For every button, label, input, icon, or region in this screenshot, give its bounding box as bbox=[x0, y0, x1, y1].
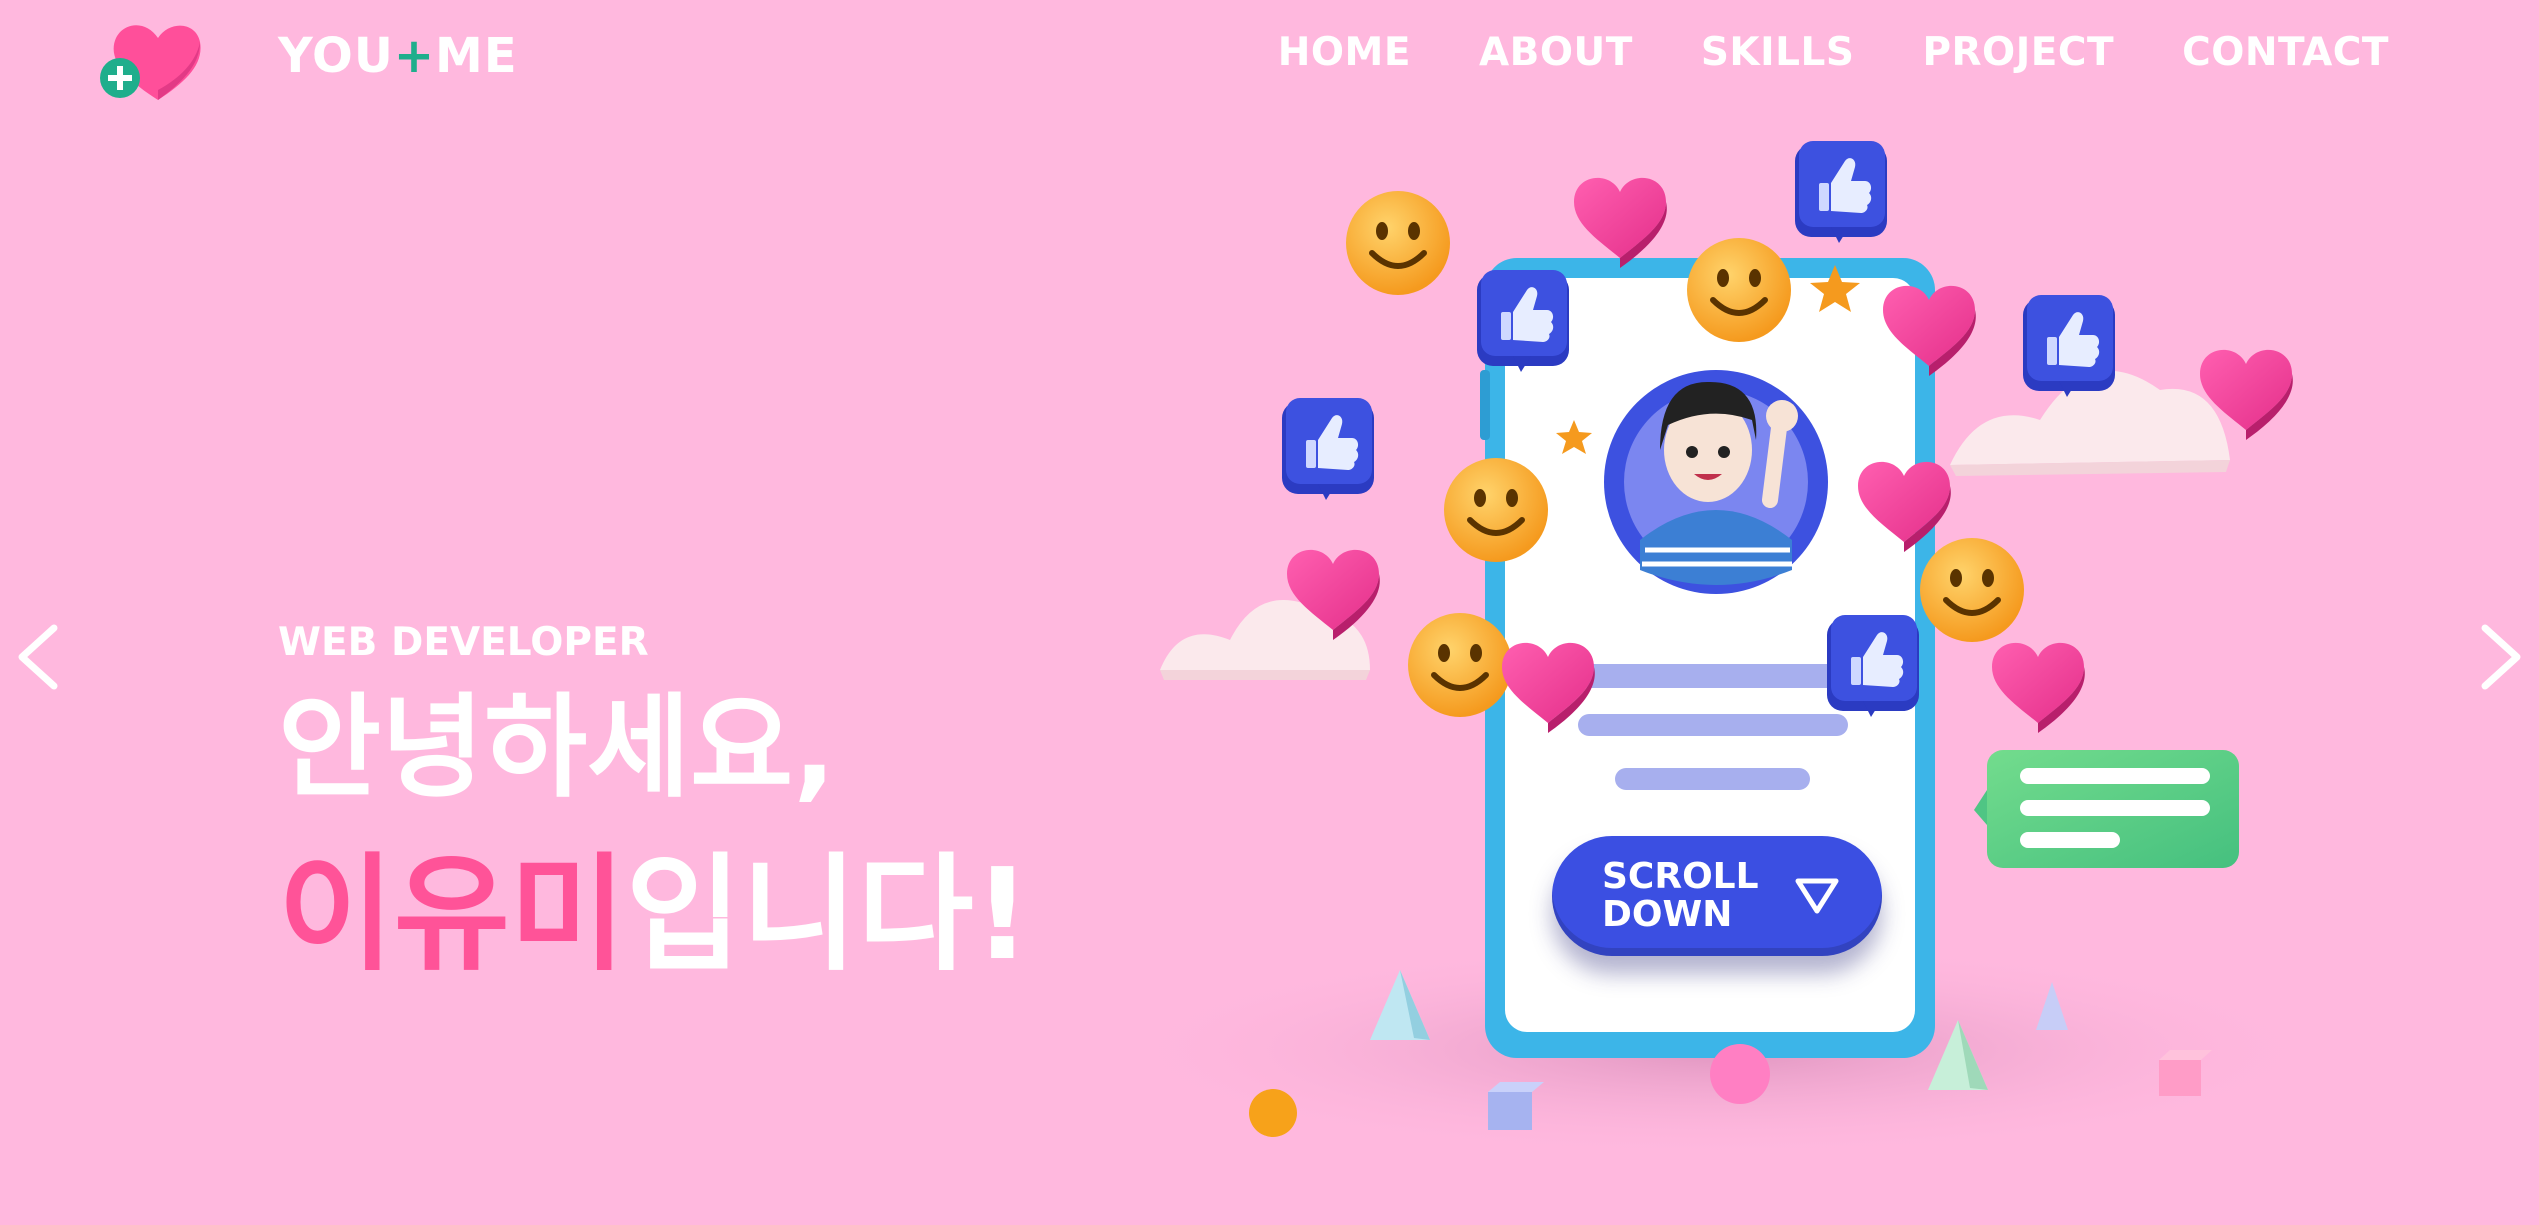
scroll-down-button[interactable]: SCROLL DOWN bbox=[1552, 836, 1882, 956]
chevron-left-icon[interactable] bbox=[14, 620, 62, 694]
nav-skills[interactable]: SKILLS bbox=[1701, 30, 1855, 75]
scroll-label-line1: SCROLL bbox=[1602, 856, 1759, 897]
hero-greeting: 안녕하세요, bbox=[278, 683, 836, 813]
brand-wordmark[interactable]: YOU+ME bbox=[278, 28, 518, 84]
main-nav: HOME ABOUT SKILLS PROJECT CONTACT bbox=[1278, 30, 2389, 75]
phone-social-illustration bbox=[1100, 141, 2340, 1160]
chevron-right-icon[interactable] bbox=[2477, 620, 2525, 694]
hero-intro: 이유미입니다! bbox=[278, 852, 1031, 978]
scroll-down-label: SCROLL DOWN bbox=[1602, 858, 1772, 934]
scroll-label-line2: DOWN bbox=[1602, 894, 1733, 935]
hero-name: 이유미 bbox=[278, 841, 626, 988]
brand-plus: + bbox=[393, 28, 436, 84]
nav-contact[interactable]: CONTACT bbox=[2182, 30, 2389, 75]
brand-you: YOU bbox=[278, 28, 394, 84]
nav-home[interactable]: HOME bbox=[1278, 30, 1411, 75]
brand-me: ME bbox=[435, 28, 518, 84]
heart-plus-logo-icon[interactable] bbox=[100, 18, 204, 104]
hero-eyebrow: WEB DEVELOPER bbox=[278, 620, 649, 665]
hero-intro-rest: 입니다! bbox=[625, 841, 1031, 988]
nav-about[interactable]: ABOUT bbox=[1479, 30, 1633, 75]
triangle-down-icon bbox=[1795, 878, 1839, 914]
nav-project[interactable]: PROJECT bbox=[1922, 30, 2114, 75]
